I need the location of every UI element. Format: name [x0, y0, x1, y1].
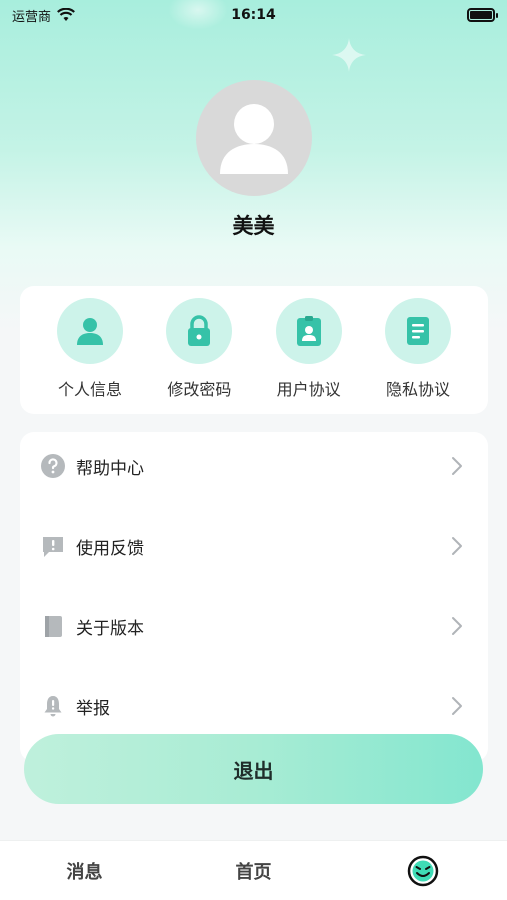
tab-label: 消息 [66, 861, 103, 883]
feedback-icon [43, 537, 63, 557]
tab-messages[interactable]: 消息 [0, 841, 169, 900]
quick-item-label: 修改密码 [167, 380, 232, 399]
quick-item-privacy-policy[interactable]: 隐私协议 [364, 298, 472, 414]
quick-item-change-password[interactable]: 修改密码 [145, 298, 253, 414]
id-badge-icon [296, 316, 321, 346]
chevron-right-icon [452, 617, 462, 635]
quick-item-label: 个人信息 [57, 380, 122, 399]
document-icon [406, 317, 429, 345]
tab-bar: 消息 首页 [0, 840, 507, 900]
menu-item-feedback[interactable]: 使用反馈 [20, 516, 488, 576]
username: 美美 [232, 214, 275, 238]
menu-card: 帮助中心 使用反馈 关于版本 举报 [20, 432, 488, 762]
battery-icon [467, 8, 498, 22]
chevron-right-icon [452, 697, 462, 715]
quick-item-label: 用户协议 [276, 380, 341, 399]
status-time: 16:14 [231, 7, 276, 23]
avatar[interactable] [196, 80, 312, 196]
menu-item-about-version[interactable]: 关于版本 [20, 596, 488, 656]
smiley-icon [407, 855, 438, 886]
wifi-icon [57, 8, 75, 21]
tab-label: 首页 [235, 861, 272, 883]
quick-item-user-agreement[interactable]: 用户协议 [255, 298, 363, 414]
quick-item-label: 隐私协议 [385, 380, 450, 399]
default-avatar-icon [220, 104, 288, 174]
user-icon [77, 318, 103, 345]
logout-button[interactable]: 退出 [24, 734, 483, 804]
book-icon [45, 616, 62, 637]
menu-item-report[interactable]: 举报 [20, 676, 488, 736]
chevron-right-icon [452, 457, 462, 475]
chevron-right-icon [452, 537, 462, 555]
help-icon [41, 454, 65, 478]
sparkle-icon [332, 38, 366, 72]
menu-item-label: 使用反馈 [76, 538, 144, 559]
menu-item-help-center[interactable]: 帮助中心 [20, 436, 488, 496]
status-bar: 运营商 16:14 [0, 0, 507, 30]
carrier-label: 运营商 [12, 9, 52, 25]
bell-icon [44, 696, 62, 717]
menu-item-label: 举报 [76, 698, 110, 719]
tab-profile[interactable] [338, 841, 507, 900]
quick-item-personal-info[interactable]: 个人信息 [36, 298, 144, 414]
quick-actions-card: 个人信息 修改密码 用户协议 隐私协议 [20, 286, 488, 414]
tab-home[interactable]: 首页 [169, 841, 338, 900]
lock-icon [188, 315, 211, 346]
menu-item-label: 关于版本 [76, 618, 144, 639]
menu-item-label: 帮助中心 [76, 458, 144, 479]
